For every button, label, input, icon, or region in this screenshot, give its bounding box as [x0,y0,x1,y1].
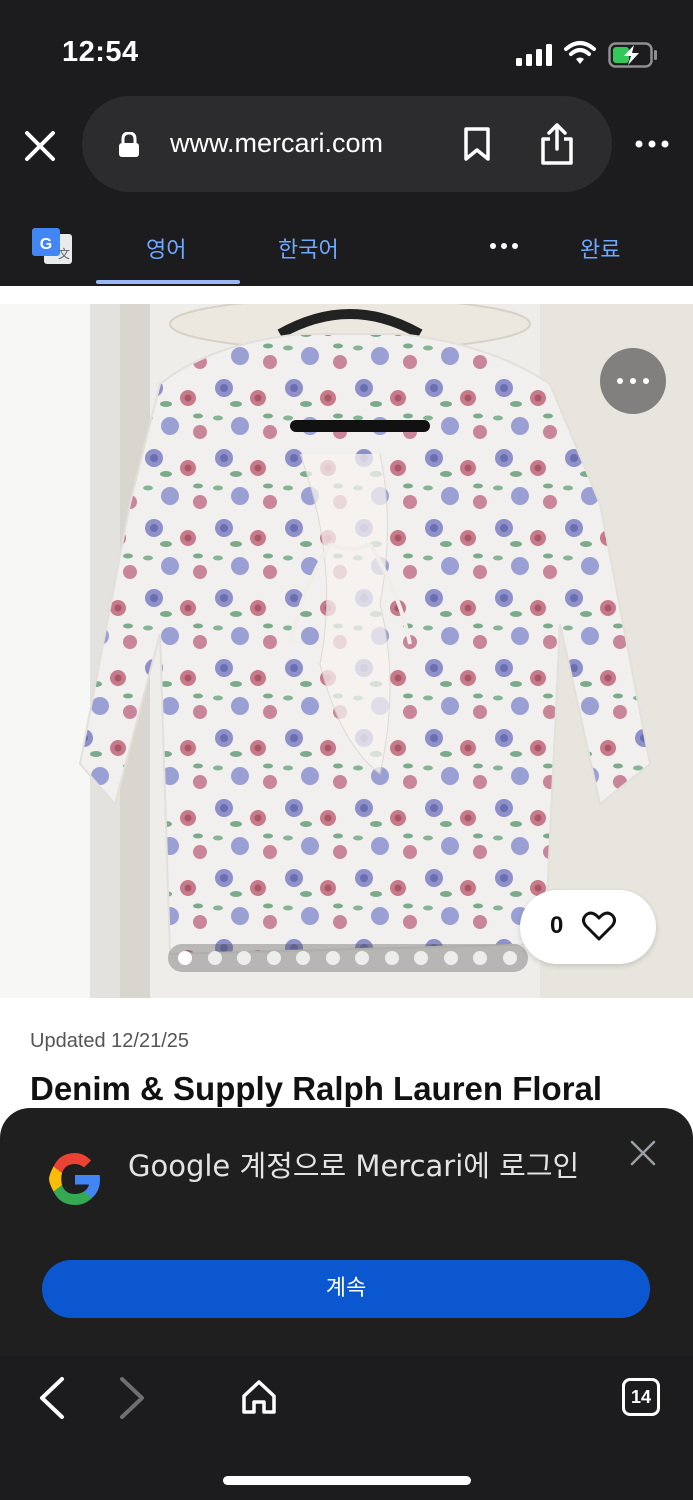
pagination-dot[interactable] [237,951,251,965]
close-icon[interactable] [22,128,58,164]
back-arrow-icon[interactable] [38,1376,66,1420]
updated-date: Updated 12/21/25 [30,1030,190,1052]
translate-more-icon[interactable] [488,240,520,252]
pagination-dot[interactable] [443,951,458,965]
share-icon[interactable] [538,122,576,166]
translate-done-button[interactable]: 완료 [580,232,620,264]
status-bar: 12:54 [0,0,693,92]
cellular-signal-icon [516,44,552,66]
pagination-dot[interactable] [502,951,517,965]
translate-bar: G 文 영어 한국어 완료 [0,200,693,286]
pagination-dot[interactable] [296,951,310,965]
wifi-icon [564,41,596,64]
home-icon[interactable] [240,1378,278,1416]
pagination-dot[interactable] [266,951,281,965]
active-tab-indicator [96,280,240,284]
pagination-dot[interactable] [207,951,222,965]
dot [630,378,636,384]
pagination-dot[interactable] [178,951,192,965]
home-indicator [223,1476,471,1485]
pagination-dot[interactable] [473,951,487,965]
tab-source-language[interactable]: 영어 [146,232,186,264]
signin-message: Google 계정으로 Mercari에 로그인 [128,1149,580,1183]
close-icon[interactable] [630,1140,656,1166]
svg-text:G: G [40,236,52,253]
photo-pagination[interactable] [168,944,528,972]
pagination-dot[interactable] [325,951,340,965]
product-photo[interactable]: 0 [0,304,693,998]
battery-charging-icon [608,42,657,68]
like-button[interactable]: 0 [520,890,656,964]
tab-target-language[interactable]: 한국어 [278,232,339,264]
google-signin-sheet: Google 계정으로 Mercari에 로그인 계속 [0,1108,693,1356]
forward-arrow-icon[interactable] [118,1376,146,1420]
bookmark-icon[interactable] [462,126,492,162]
dot [643,378,649,384]
like-count: 0 [550,912,564,939]
svg-text:文: 文 [58,246,70,261]
browser-address-row: www.mercari.com [0,92,693,200]
google-logo-icon [49,1153,100,1205]
product-title: Denim & Supply Ralph Lauren Floral [30,1070,603,1107]
dot [617,378,623,384]
google-translate-icon[interactable]: G 文 [30,226,74,266]
more-options-icon[interactable] [634,134,670,154]
tabs-count-button[interactable]: 14 [622,1378,660,1416]
continue-button[interactable]: 계속 [42,1260,650,1318]
photo-options-button[interactable] [600,348,666,414]
pagination-dot[interactable] [355,951,369,965]
lock-icon [119,132,139,157]
address-bar[interactable]: www.mercari.com [82,96,612,192]
pagination-dot[interactable] [414,951,428,965]
browser-bottom-toolbar: 14 [0,1356,693,1500]
url-text: www.mercari.com [170,128,384,158]
status-time: 12:54 [62,36,139,68]
pagination-dot[interactable] [384,951,399,965]
heart-icon [582,911,616,941]
